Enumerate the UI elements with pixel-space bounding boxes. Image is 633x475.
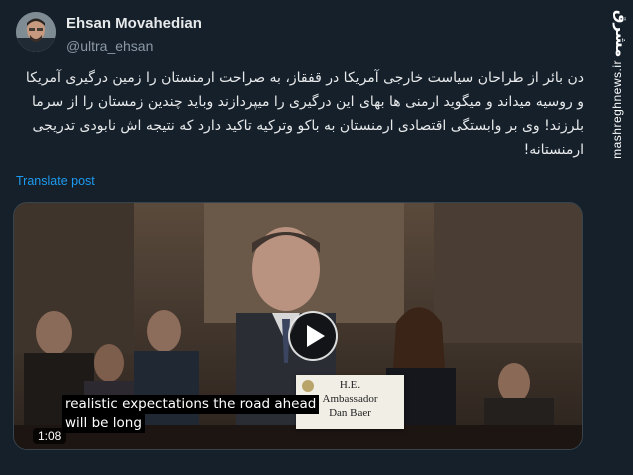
tweet-text: دن بائر از طراحان سیاست خارجی آمریکا در … bbox=[25, 70, 584, 158]
caption-line1: realistic expectations the road ahead bbox=[62, 395, 320, 414]
watermark-strip: مشرق mashreghnews.ir bbox=[600, 0, 633, 475]
video-duration: 1:08 bbox=[33, 428, 67, 444]
avatar[interactable] bbox=[16, 12, 56, 52]
watermark-url: mashreghnews.ir bbox=[610, 60, 624, 159]
play-button[interactable] bbox=[288, 311, 338, 361]
avatar-image bbox=[16, 12, 56, 52]
video-player[interactable]: H.E. Ambassador Dan Baer realistic expec… bbox=[13, 202, 583, 450]
watermark-logo: مشرق bbox=[612, 10, 630, 58]
author-handle[interactable]: @ultra_ehsan bbox=[66, 38, 153, 54]
translate-post-link[interactable]: Translate post bbox=[16, 174, 95, 188]
caption-line2: will be long bbox=[62, 414, 145, 433]
video-caption: realistic expectations the road ahead wi… bbox=[62, 395, 320, 433]
tweet-card: Ehsan Movahedian @ultra_ehsan دن بائر از… bbox=[0, 0, 600, 475]
play-icon bbox=[306, 325, 325, 347]
seal-icon bbox=[302, 380, 314, 392]
author-name[interactable]: Ehsan Movahedian bbox=[66, 15, 202, 32]
